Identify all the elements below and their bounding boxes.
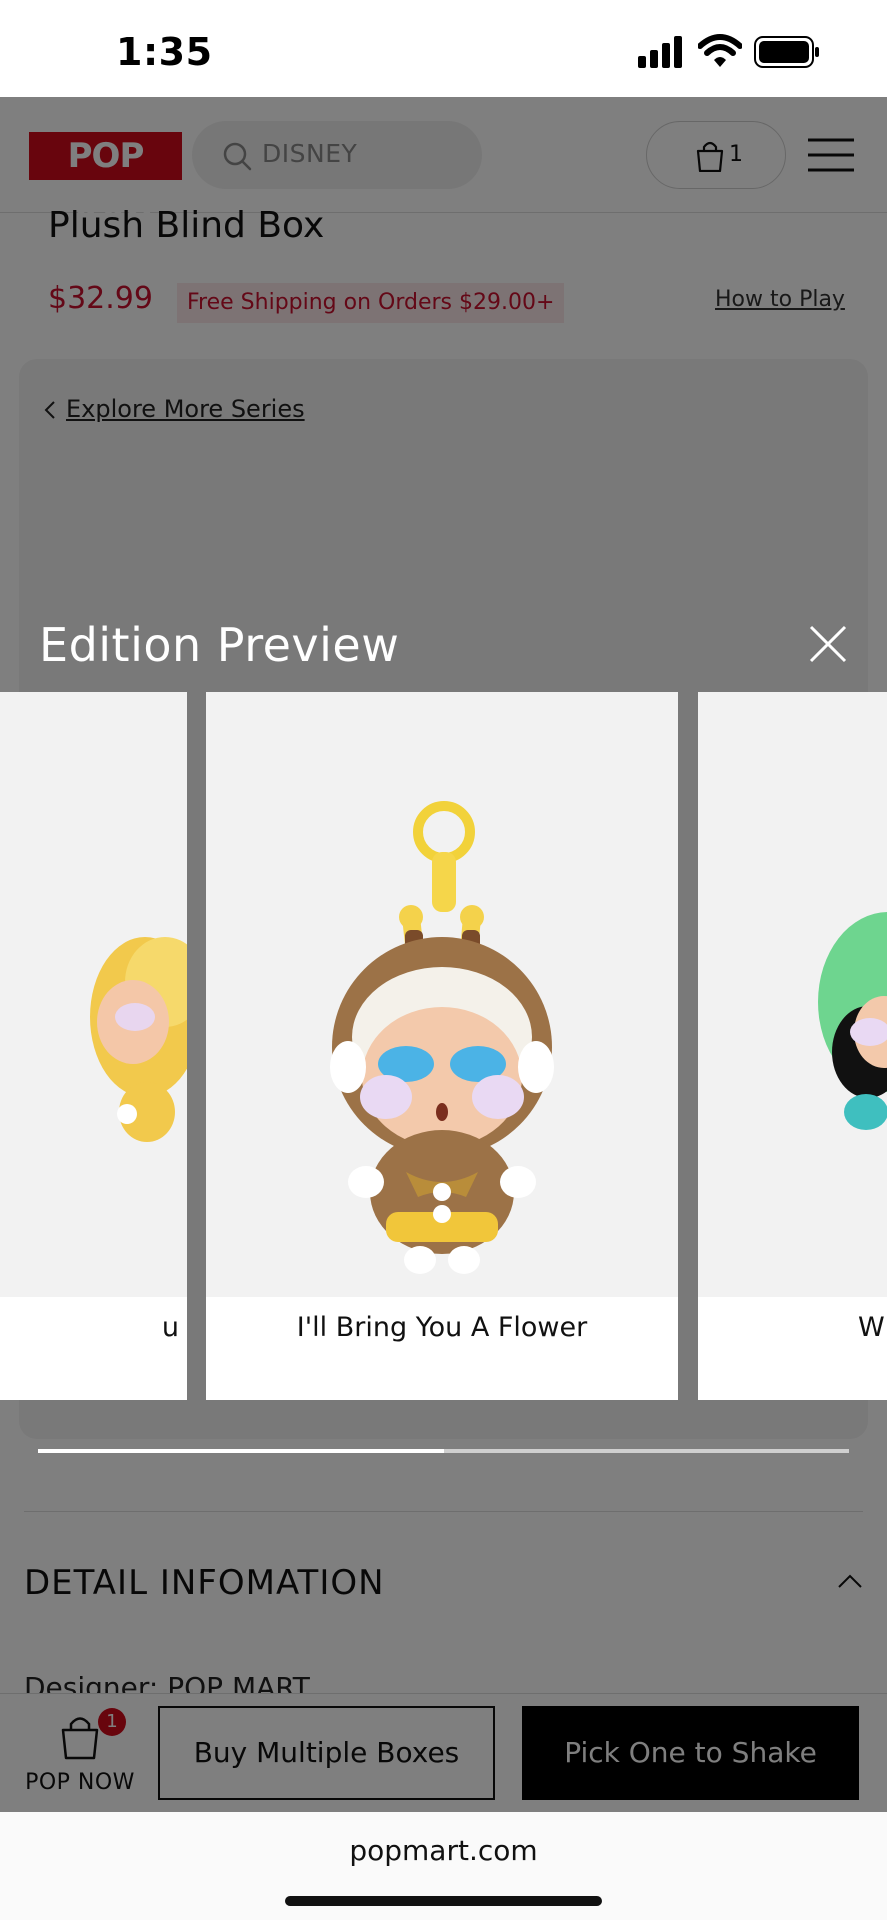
plush-figure-image <box>90 937 187 1142</box>
carousel-card[interactable]: I'll Bring You A Flower <box>206 692 678 1400</box>
cellular-signal-icon <box>638 36 682 68</box>
status-time: 1:35 <box>116 30 213 74</box>
edition-name: u <box>161 1312 179 1343</box>
browser-url-bar[interactable]: popmart.com <box>0 1812 887 1920</box>
pop-now-button[interactable]: 1 POP NOW <box>22 1708 138 1798</box>
wifi-icon <box>698 34 742 67</box>
notification-badge: 1 <box>98 1708 126 1736</box>
battery-icon <box>754 36 819 68</box>
bottom-action-bar: 1 POP NOW Buy Multiple Boxes Pick One to… <box>0 1693 887 1812</box>
home-indicator <box>285 1896 602 1906</box>
pop-now-label: POP NOW <box>25 1770 135 1795</box>
shopping-bag-icon <box>61 1717 99 1760</box>
bee-plush-figure-image <box>330 801 554 1274</box>
edition-name: Wh <box>858 1312 887 1343</box>
edition-carousel[interactable]: u I'll Bring You A Flower W <box>0 692 887 1400</box>
figure-image <box>698 692 887 1297</box>
url-text: popmart.com <box>349 1834 538 1867</box>
carousel-card[interactable]: u <box>0 692 187 1400</box>
buy-multiple-boxes-button[interactable]: Buy Multiple Boxes <box>158 1706 495 1800</box>
pick-one-to-shake-button[interactable]: Pick One to Shake <box>522 1706 859 1800</box>
edition-name: I'll Bring You A Flower <box>296 1312 588 1343</box>
carousel-progress-bar <box>38 1449 849 1453</box>
carousel-card[interactable]: Wh <box>698 692 887 1400</box>
edition-preview-title: Edition Preview <box>39 618 400 672</box>
figure-image <box>206 692 678 1297</box>
figure-image <box>0 692 187 1297</box>
carousel-progress-fill <box>38 1449 444 1453</box>
close-icon[interactable] <box>808 624 848 664</box>
status-bar: 1:35 <box>0 0 887 97</box>
plush-figure-image <box>818 912 887 1130</box>
